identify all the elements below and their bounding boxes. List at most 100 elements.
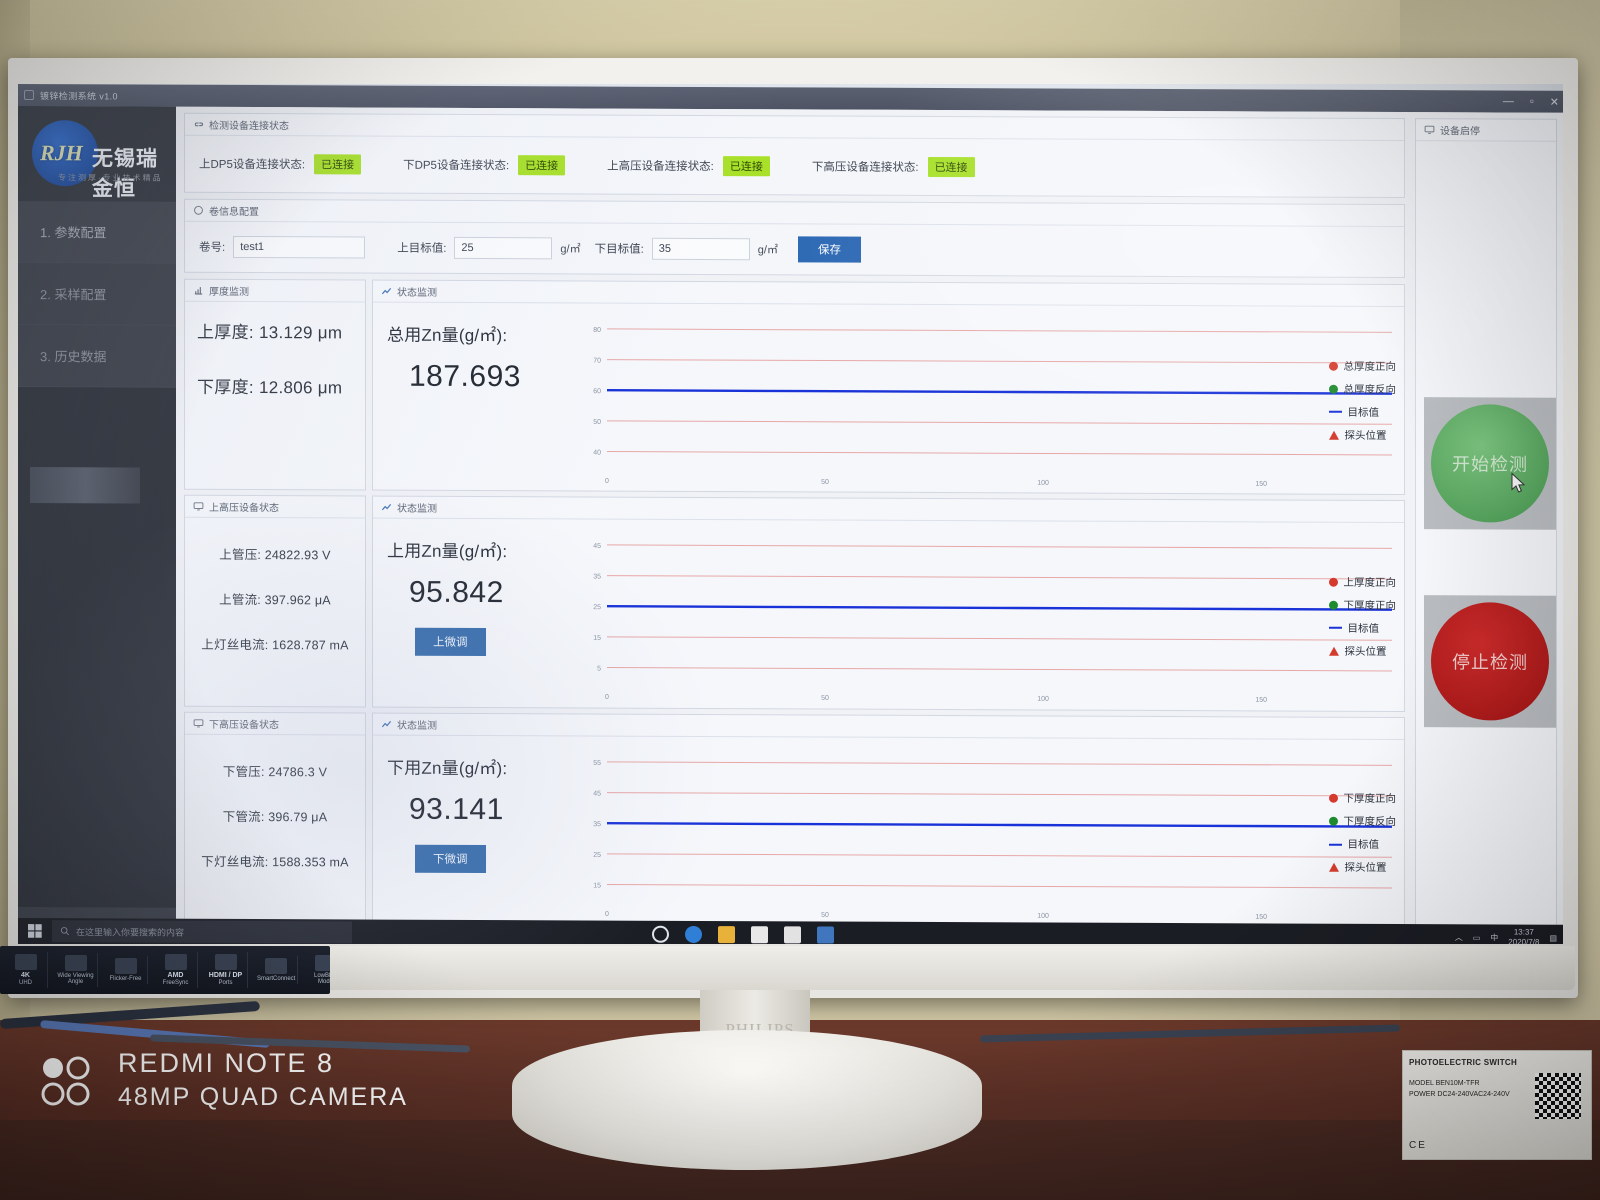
monitor-icon: [193, 501, 204, 512]
upper-zn-title: 上用Zn量(g/㎡):: [387, 541, 508, 562]
lower-tune-button[interactable]: 下微调: [415, 844, 486, 873]
ime-indicator[interactable]: 中: [1490, 932, 1498, 943]
connection-label: 下DP5设备连接状态:: [403, 159, 510, 173]
lower-thickness-value: 下厚度: 12.806 μm: [197, 377, 343, 398]
thickness-panel: 厚度监测 上厚度: 13.129 μm 下厚度: 12.806 μm: [184, 278, 366, 491]
edge-icon[interactable]: [685, 925, 702, 943]
store-icon[interactable]: [751, 925, 768, 943]
start-detection-button[interactable]: 开始检测: [1431, 404, 1549, 523]
chart-body: 总用Zn量(g/㎡): 187.693 40 50 60 70 80 0 50 100 150 …: [373, 303, 1404, 495]
svg-text:0: 0: [605, 478, 609, 485]
windows-desktop: 镀锌检测系统 v1.0 — ▫ ✕ RJH 无锡瑞金恒 专注测厚·专业技术精品: [18, 84, 1563, 944]
legend-label: 探头位置: [1344, 862, 1387, 875]
right-panel: 设备启停 开始检测 停止检测: [1413, 112, 1563, 929]
connection-items: 上DP5设备连接状态: 已连接 下DP5设备连接状态: 已连接 上高压设备连接状…: [185, 136, 1404, 197]
sticker-cell-bottom: FreeSync: [162, 979, 189, 986]
start-button-wrap: 开始检测: [1424, 397, 1556, 530]
plot-area-upper[interactable]: 5 15 25 35 45 0 50 100 150: [573, 520, 1404, 711]
notifications-icon[interactable]: ▤: [1549, 933, 1557, 942]
system-tray: ︿ ▭ 中 13:37 2020/7/8 ▤: [1455, 924, 1557, 944]
legend-label: 目标值: [1347, 406, 1380, 419]
monitoring-row-upper: 上高压设备状态 上管压: 24822.93 V 上管流: 397.962 μA …: [184, 495, 1405, 712]
close-button[interactable]: ✕: [1550, 95, 1559, 108]
sidebar-item-history[interactable]: 3. 历史数据: [18, 325, 176, 388]
upper-thickness-value: 上厚度: 13.129 μm: [197, 322, 343, 343]
lower-target-input[interactable]: 35: [651, 237, 750, 261]
upper-tune-button[interactable]: 上微调: [415, 628, 486, 657]
sidebar-decorative-image: [30, 467, 140, 504]
taskbar-search-input[interactable]: 在这里输入你要搜索的内容: [52, 920, 352, 944]
sidebar-item-params[interactable]: 1. 参数配置: [18, 201, 176, 264]
legend-label: 下厚度正向: [1343, 599, 1397, 612]
legend-marker-circle: [1328, 384, 1338, 394]
hv-upper-values: 上管压: 24822.93 V 上管流: 397.962 μA 上灯丝电流: 1…: [185, 518, 365, 654]
svg-text:50: 50: [821, 911, 829, 918]
svg-text:50: 50: [593, 419, 601, 426]
lower-filament-current: 下灯丝电流: 1588.353 mA: [201, 854, 349, 870]
sticker-cell-bottom: SmartConnect: [257, 975, 296, 982]
legend-label: 目标值: [1347, 622, 1380, 635]
camera-lens-icon: [38, 1052, 100, 1119]
logo-mark: RJH: [40, 140, 83, 166]
svg-text:60: 60: [593, 388, 601, 395]
upper-target-input[interactable]: 25: [454, 236, 553, 260]
tray-chevron-up-icon[interactable]: ︿: [1455, 932, 1463, 943]
legend-marker-circle: [1328, 577, 1338, 587]
roll-number-input[interactable]: test1: [233, 235, 366, 259]
monitor-screen: 镀锌检测系统 v1.0 — ▫ ✕ RJH 无锡瑞金恒 专注测厚·专业技术精品: [18, 84, 1563, 944]
save-button[interactable]: 保存: [797, 236, 861, 263]
upper-target-label: 上目标值:: [397, 242, 447, 255]
app-body: RJH 无锡瑞金恒 专注测厚·专业技术精品 1. 参数配置 2. 采样配置 3.…: [18, 106, 1563, 929]
monitoring-row-lower: 下高压设备状态 下管压: 24786.3 V 下管流: 396.79 μA 下灯…: [184, 711, 1405, 929]
upper-filament-current: 上灯丝电流: 1628.787 mA: [201, 638, 349, 653]
tray-battery-icon[interactable]: ▭: [1473, 933, 1481, 942]
legend-marker-circle: [1328, 361, 1338, 371]
stop-detection-button[interactable]: 停止检测: [1431, 602, 1549, 721]
legend-marker-triangle: [1328, 646, 1339, 656]
monitor-icon: [193, 717, 204, 728]
lower-tube-voltage: 下管压: 24786.3 V: [222, 764, 328, 780]
connection-label: 上DP5设备连接状态:: [199, 158, 306, 172]
sticker-badge-icon: [264, 957, 287, 974]
sidebar-item-sampling[interactable]: 2. 采样配置: [18, 263, 176, 326]
app-icon: [24, 90, 34, 101]
maximize-button[interactable]: ▫: [1530, 96, 1534, 108]
mail-icon[interactable]: [784, 925, 801, 943]
status-badge: 已连接: [518, 155, 566, 176]
legend-item: 下厚度正向: [1328, 598, 1397, 613]
connection-item-lower-hv: 下高压设备连接状态: 已连接: [812, 156, 975, 178]
device-label-card: PHOTOELECTRIC SWITCH MODEL BEN10M-TFR PO…: [1402, 1050, 1592, 1160]
legend-marker-line: [1328, 843, 1342, 846]
thickness-values: 上厚度: 13.129 μm 下厚度: 12.806 μm: [185, 302, 365, 399]
legend-label: 目标值: [1347, 839, 1380, 852]
svg-text:100: 100: [1037, 696, 1049, 703]
chart-readout: 总用Zn量(g/㎡): 187.693: [373, 303, 573, 491]
plot-area-total[interactable]: 40 50 60 70 80 0 50 100 150: [573, 303, 1404, 494]
legend-marker-line: [1328, 627, 1342, 630]
bar-chart-icon: [193, 285, 204, 296]
device-control-title: 设备启停: [1440, 126, 1480, 138]
file-explorer-icon[interactable]: [718, 925, 735, 943]
svg-text:50: 50: [821, 479, 829, 486]
sticker-cell-bottom: UHD: [19, 979, 32, 986]
cortana-icon[interactable]: [652, 925, 669, 943]
legend-marker-circle: [1328, 817, 1338, 827]
start-menu-icon[interactable]: [18, 918, 52, 944]
legend-marker-circle: [1328, 600, 1338, 610]
legend-item: 总厚度正向: [1328, 358, 1396, 373]
sticker-badge-icon: [114, 957, 137, 974]
chart-card-lower-zn: 状态监测 下用Zn量(g/㎡): 93.141 下微调 15 25 35 45 55 0 5…: [372, 712, 1405, 929]
sticker-cell: Flicker-Free: [104, 955, 148, 985]
clock[interactable]: 13:37 2020/7/8: [1508, 928, 1539, 944]
logo-subtitle: 专注测厚·专业技术精品: [58, 173, 163, 183]
minimize-button[interactable]: —: [1503, 95, 1514, 107]
connection-panel-title: 检测设备连接状态: [209, 120, 289, 133]
connection-item-lower-dp5: 下DP5设备连接状态: 已连接: [403, 155, 566, 176]
app-taskbar-icon[interactable]: [817, 925, 834, 944]
chart-body: 下用Zn量(g/㎡): 93.141 下微调 15 25 35 45 55 0 50 100 1…: [373, 735, 1404, 927]
lower-target-label: 下目标值:: [594, 243, 644, 256]
svg-text:5: 5: [597, 666, 601, 673]
sticker-cell-bottom: Ports: [218, 979, 233, 986]
clock-date: 2020/7/8: [1508, 937, 1540, 944]
plot-area-lower[interactable]: 15 25 35 45 55 0 50 100 150: [573, 736, 1404, 927]
